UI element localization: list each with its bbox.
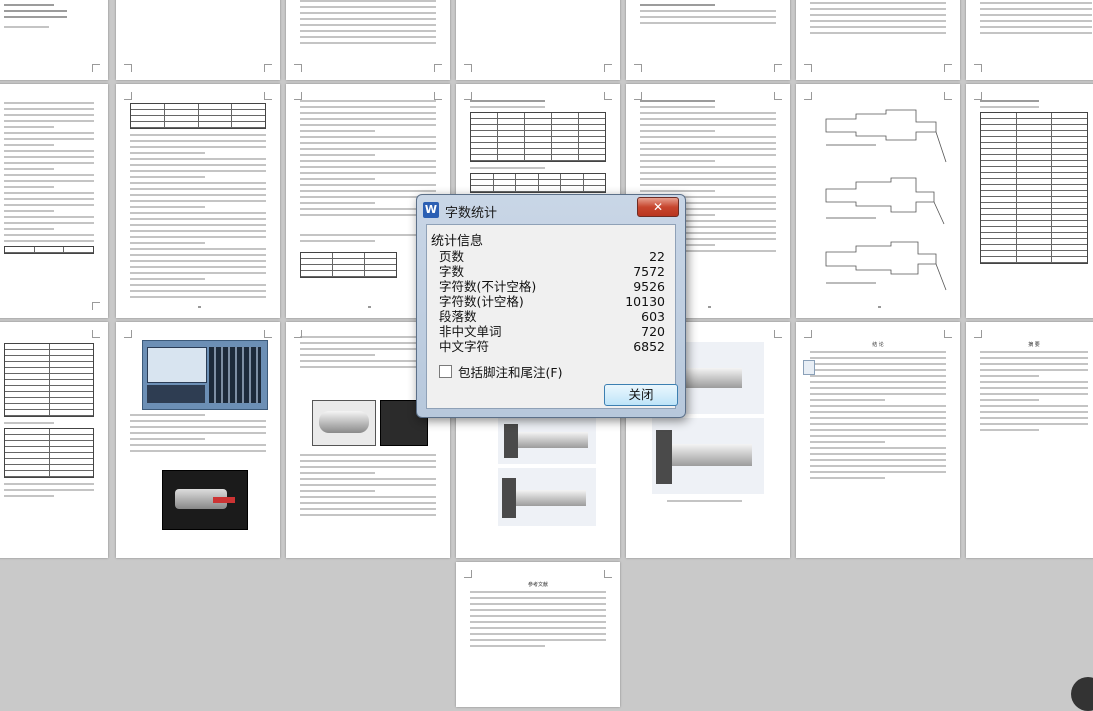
document-page[interactable] [796,84,960,318]
scroll-corner-widget[interactable] [1071,677,1093,711]
stat-row-chars-no-spaces: 字符数(不计空格) 9526 [439,279,665,294]
acknowledgement-heading: 摘 要 [1028,342,1040,348]
document-page[interactable] [116,84,280,318]
stat-row-words: 字数 7572 [439,264,665,279]
dialog-title: 字数统计 [445,206,498,221]
stat-label: 字符数(计空格) [439,294,524,309]
stat-row-chinese-chars: 中文字符 6852 [439,339,665,354]
stat-row-pages: 页数 22 [439,249,665,264]
word-count-dialog: W 字数统计 ✕ 统计信息 页数 22 字数 7572 字符数(不计空格) 95… [416,194,686,418]
document-page-conclusion[interactable]: 结 论 [796,322,960,558]
document-page[interactable] [286,0,450,80]
stat-label: 非中文单词 [439,324,502,339]
stat-value: 22 [649,249,665,264]
stat-value: 603 [641,309,665,324]
stat-value: 6852 [633,339,665,354]
stat-row-chars-with-spaces: 字符数(计空格) 10130 [439,294,665,309]
dialog-titlebar[interactable]: W 字数统计 ✕ [417,195,685,223]
document-icon [803,360,815,375]
stat-row-non-chinese-words: 非中文单词 720 [439,324,665,339]
lathe-simulation-1 [498,416,596,464]
stat-label: 页数 [439,249,465,264]
document-page[interactable] [0,84,108,318]
close-icon[interactable]: ✕ [637,197,679,217]
workpiece-render [162,470,248,530]
lathe-simulation-2 [498,468,596,526]
document-page[interactable] [116,0,280,80]
document-page-acknowledgement[interactable]: 摘 要 [966,322,1093,558]
document-page[interactable] [626,0,790,80]
document-page[interactable] [116,322,280,558]
stat-label: 字数 [439,264,465,279]
cnc-panel-screenshot [142,340,268,410]
include-footnotes-option[interactable]: 包括脚注和尾注(F) [439,362,562,381]
stat-label: 中文字符 [439,339,490,354]
lathe-simulation-4 [652,418,764,494]
stat-value: 7572 [633,264,665,279]
stat-label: 字符数(不计空格) [439,279,537,294]
statistics-section-title: 统计信息 [431,234,484,249]
cylinder-render [312,400,376,446]
conclusion-heading: 结 论 [872,342,884,348]
document-page[interactable] [966,0,1093,80]
stat-label: 段落数 [439,309,477,324]
stat-value: 720 [641,324,665,339]
shaft-drawing [825,109,947,291]
references-heading: 参考文献 [527,582,548,588]
stat-value: 9526 [633,279,665,294]
document-page[interactable] [0,0,108,80]
include-footnotes-label[interactable]: 包括脚注和尾注(F) [458,362,562,381]
stat-row-paragraphs: 段落数 603 [439,309,665,324]
include-footnotes-checkbox[interactable] [439,365,452,378]
close-button[interactable]: 关闭 [604,384,678,406]
document-page-references[interactable]: 参考文献 [456,562,620,707]
document-page[interactable] [456,0,620,80]
document-page[interactable] [796,0,960,80]
statistics-list: 页数 22 字数 7572 字符数(不计空格) 9526 字符数(计空格) 10… [439,249,665,354]
document-page[interactable] [966,84,1093,318]
stat-value: 10130 [625,294,665,309]
dialog-body: 统计信息 页数 22 字数 7572 字符数(不计空格) 9526 字符数(计空… [426,224,678,409]
document-page[interactable] [0,322,108,558]
wps-writer-icon: W [423,202,439,218]
